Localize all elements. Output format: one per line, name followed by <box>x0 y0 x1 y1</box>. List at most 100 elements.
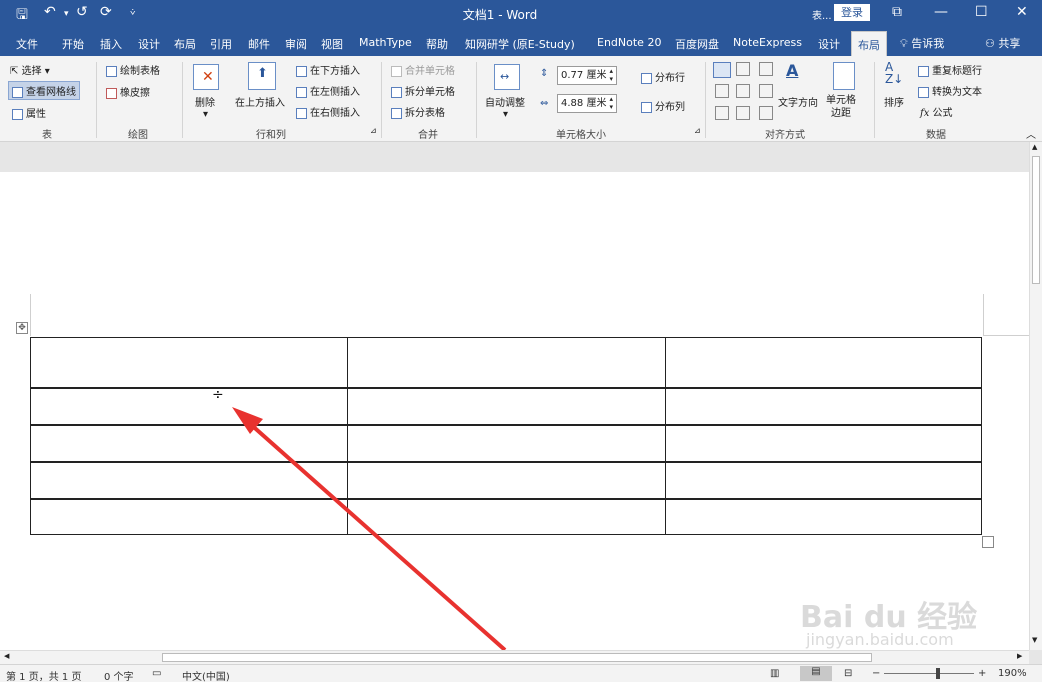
tab-endnote[interactable]: EndNote 20 <box>597 36 661 49</box>
divider <box>381 62 382 138</box>
column-width-input[interactable]: 4.88 厘米 ▴ ▾ <box>557 94 617 113</box>
scroll-right-icon[interactable]: ▶ <box>1017 652 1022 660</box>
cell-margins-button[interactable]: 单元格 边距 <box>826 94 856 120</box>
tab-insert[interactable]: 插入 <box>100 36 122 52</box>
word-count[interactable]: 0 个字 <box>104 668 134 682</box>
collapse-ribbon-icon[interactable]: ︿ <box>1026 126 1036 141</box>
save-icon[interactable]: 🖫 <box>16 4 28 28</box>
tab-references[interactable]: 引用 <box>210 36 232 52</box>
maximize-icon[interactable]: ☐ <box>975 4 988 20</box>
repeat-header-button[interactable]: 重复标题行 <box>918 62 982 77</box>
undo-icon[interactable]: ↶ <box>44 4 56 20</box>
pencil-icon <box>106 65 117 77</box>
split-table-button[interactable]: 拆分表格 <box>391 104 445 119</box>
tell-me-search[interactable]: 💡︎ 告诉我 <box>900 35 944 51</box>
eraser-button[interactable]: 橡皮擦 <box>106 84 150 99</box>
language-indicator[interactable]: 中文(中国) <box>182 668 230 682</box>
insert-above-button[interactable]: 在上方插入 <box>235 94 285 109</box>
tab-cnki[interactable]: 知网研学 (原E-Study) <box>465 36 575 52</box>
tab-table-layout[interactable]: 布局 <box>851 31 887 56</box>
align-bottom-left-icon[interactable] <box>715 106 729 120</box>
distribute-rows-icon <box>641 72 652 84</box>
distribute-columns-icon <box>641 101 652 113</box>
align-top-left-icon[interactable] <box>713 62 731 78</box>
tab-design[interactable]: 设计 <box>138 36 160 52</box>
zoom-level[interactable]: 190% <box>998 668 1027 679</box>
login-button[interactable]: 登录 <box>834 4 870 21</box>
tab-file[interactable]: 文件 <box>16 36 38 52</box>
cell-margins-icon <box>833 62 855 90</box>
tab-view[interactable]: 视图 <box>321 36 343 52</box>
text-direction-button[interactable]: 文字方向 <box>778 94 818 109</box>
align-middle-left-icon[interactable] <box>715 84 729 98</box>
ribbon-display-icon[interactable]: ⧉ <box>892 4 902 20</box>
zoom-slider[interactable] <box>884 673 974 674</box>
tab-mathtype[interactable]: MathType <box>359 36 412 49</box>
redo-icon[interactable]: ↺ <box>76 4 88 20</box>
tab-help[interactable]: 帮助 <box>426 36 448 52</box>
zoom-out-icon[interactable]: − <box>872 668 880 679</box>
align-top-center-icon[interactable] <box>736 62 750 76</box>
split-cells-button[interactable]: 拆分单元格 <box>391 83 455 98</box>
page-count[interactable]: 第 1 页，共 1 页 <box>6 668 81 682</box>
row-height-input[interactable]: 0.77 厘米 ▴ ▾ <box>557 66 617 85</box>
tab-layout[interactable]: 布局 <box>174 36 196 52</box>
tab-table-design[interactable]: 设计 <box>818 36 840 52</box>
distribute-rows-button[interactable]: 分布行 <box>641 69 685 84</box>
tab-review[interactable]: 审阅 <box>285 36 307 52</box>
insert-right-button[interactable]: 在右侧插入 <box>296 104 360 119</box>
account-name[interactable]: 表... <box>812 7 832 22</box>
align-bottom-right-icon[interactable] <box>759 106 773 120</box>
tab-mailings[interactable]: 邮件 <box>248 36 270 52</box>
align-middle-right-icon[interactable] <box>759 84 773 98</box>
tab-baidu-pan[interactable]: 百度网盘 <box>675 36 719 52</box>
insert-left-button[interactable]: 在左侧插入 <box>296 83 360 98</box>
vertical-scrollbar[interactable]: ▲ ▼ <box>1029 142 1042 650</box>
insert-above-icon: ⬆ <box>248 62 276 90</box>
tab-home[interactable]: 开始 <box>62 36 84 52</box>
zoom-slider-thumb[interactable] <box>936 668 940 679</box>
select-button[interactable]: ⇱ 选择 ▾ <box>10 62 50 77</box>
scroll-down-icon[interactable]: ▼ <box>1032 636 1037 644</box>
window-title: 文档1 - Word <box>462 8 538 22</box>
scroll-left-icon[interactable]: ◀ <box>4 652 9 660</box>
delete-button[interactable]: 删除 ▾ <box>195 94 215 120</box>
spinner-icon[interactable]: ▴ ▾ <box>609 95 613 111</box>
autofit-button[interactable]: 自动调整 ▾ <box>485 94 525 120</box>
minimize-icon[interactable]: — <box>934 4 948 20</box>
zoom-in-icon[interactable]: + <box>978 668 986 679</box>
convert-to-text-button[interactable]: 转换为文本 <box>918 83 982 98</box>
undo-dropdown-icon[interactable]: ▾ <box>64 9 69 19</box>
draw-table-button[interactable]: 绘制表格 <box>106 62 160 77</box>
spinner-icon[interactable]: ▴ ▾ <box>609 67 613 83</box>
formula-button[interactable]: fx 公式 <box>920 104 953 119</box>
proofing-icon[interactable]: ▭ <box>152 668 161 679</box>
align-top-right-icon[interactable] <box>759 62 773 76</box>
tab-noteexpress[interactable]: NoteExpress <box>733 36 802 49</box>
divider <box>96 62 97 138</box>
properties-button[interactable]: 属性 <box>12 105 46 120</box>
scroll-up-icon[interactable]: ▲ <box>1032 143 1037 151</box>
document-page[interactable]: ✥ ÷ Bai du 经验 jingyan.baidu.com <box>0 172 1029 650</box>
merge-cells-button[interactable]: 合并单元格 <box>391 62 455 77</box>
read-mode-icon[interactable]: ▥ <box>770 668 779 679</box>
horizontal-scroll-thumb[interactable] <box>162 653 872 662</box>
align-bottom-center-icon[interactable] <box>736 106 750 120</box>
vertical-scroll-thumb[interactable] <box>1032 156 1040 284</box>
web-layout-icon[interactable]: ⊟ <box>844 668 852 679</box>
distribute-columns-button[interactable]: 分布列 <box>641 98 685 113</box>
watermark-url: jingyan.baidu.com <box>806 630 954 649</box>
share-button[interactable]: ⚇ 共享 <box>985 35 1020 51</box>
sort-button[interactable]: 排序 <box>884 94 904 109</box>
view-gridlines-button[interactable]: 查看网格线 <box>8 81 80 100</box>
repeat-header-icon <box>918 65 929 77</box>
customize-icon[interactable]: ⩒ <box>130 8 135 18</box>
print-layout-icon[interactable]: ▤ <box>800 666 832 681</box>
dialog-launcher-icon[interactable]: ⊿ <box>370 126 377 135</box>
close-icon[interactable]: ✕ <box>1016 4 1028 20</box>
horizontal-scrollbar[interactable]: ◀ ▶ <box>0 650 1029 664</box>
insert-below-button[interactable]: 在下方插入 <box>296 62 360 77</box>
dialog-launcher-icon[interactable]: ⊿ <box>694 126 701 135</box>
refresh-icon[interactable]: ⟳ <box>100 4 112 20</box>
align-middle-center-icon[interactable] <box>736 84 750 98</box>
